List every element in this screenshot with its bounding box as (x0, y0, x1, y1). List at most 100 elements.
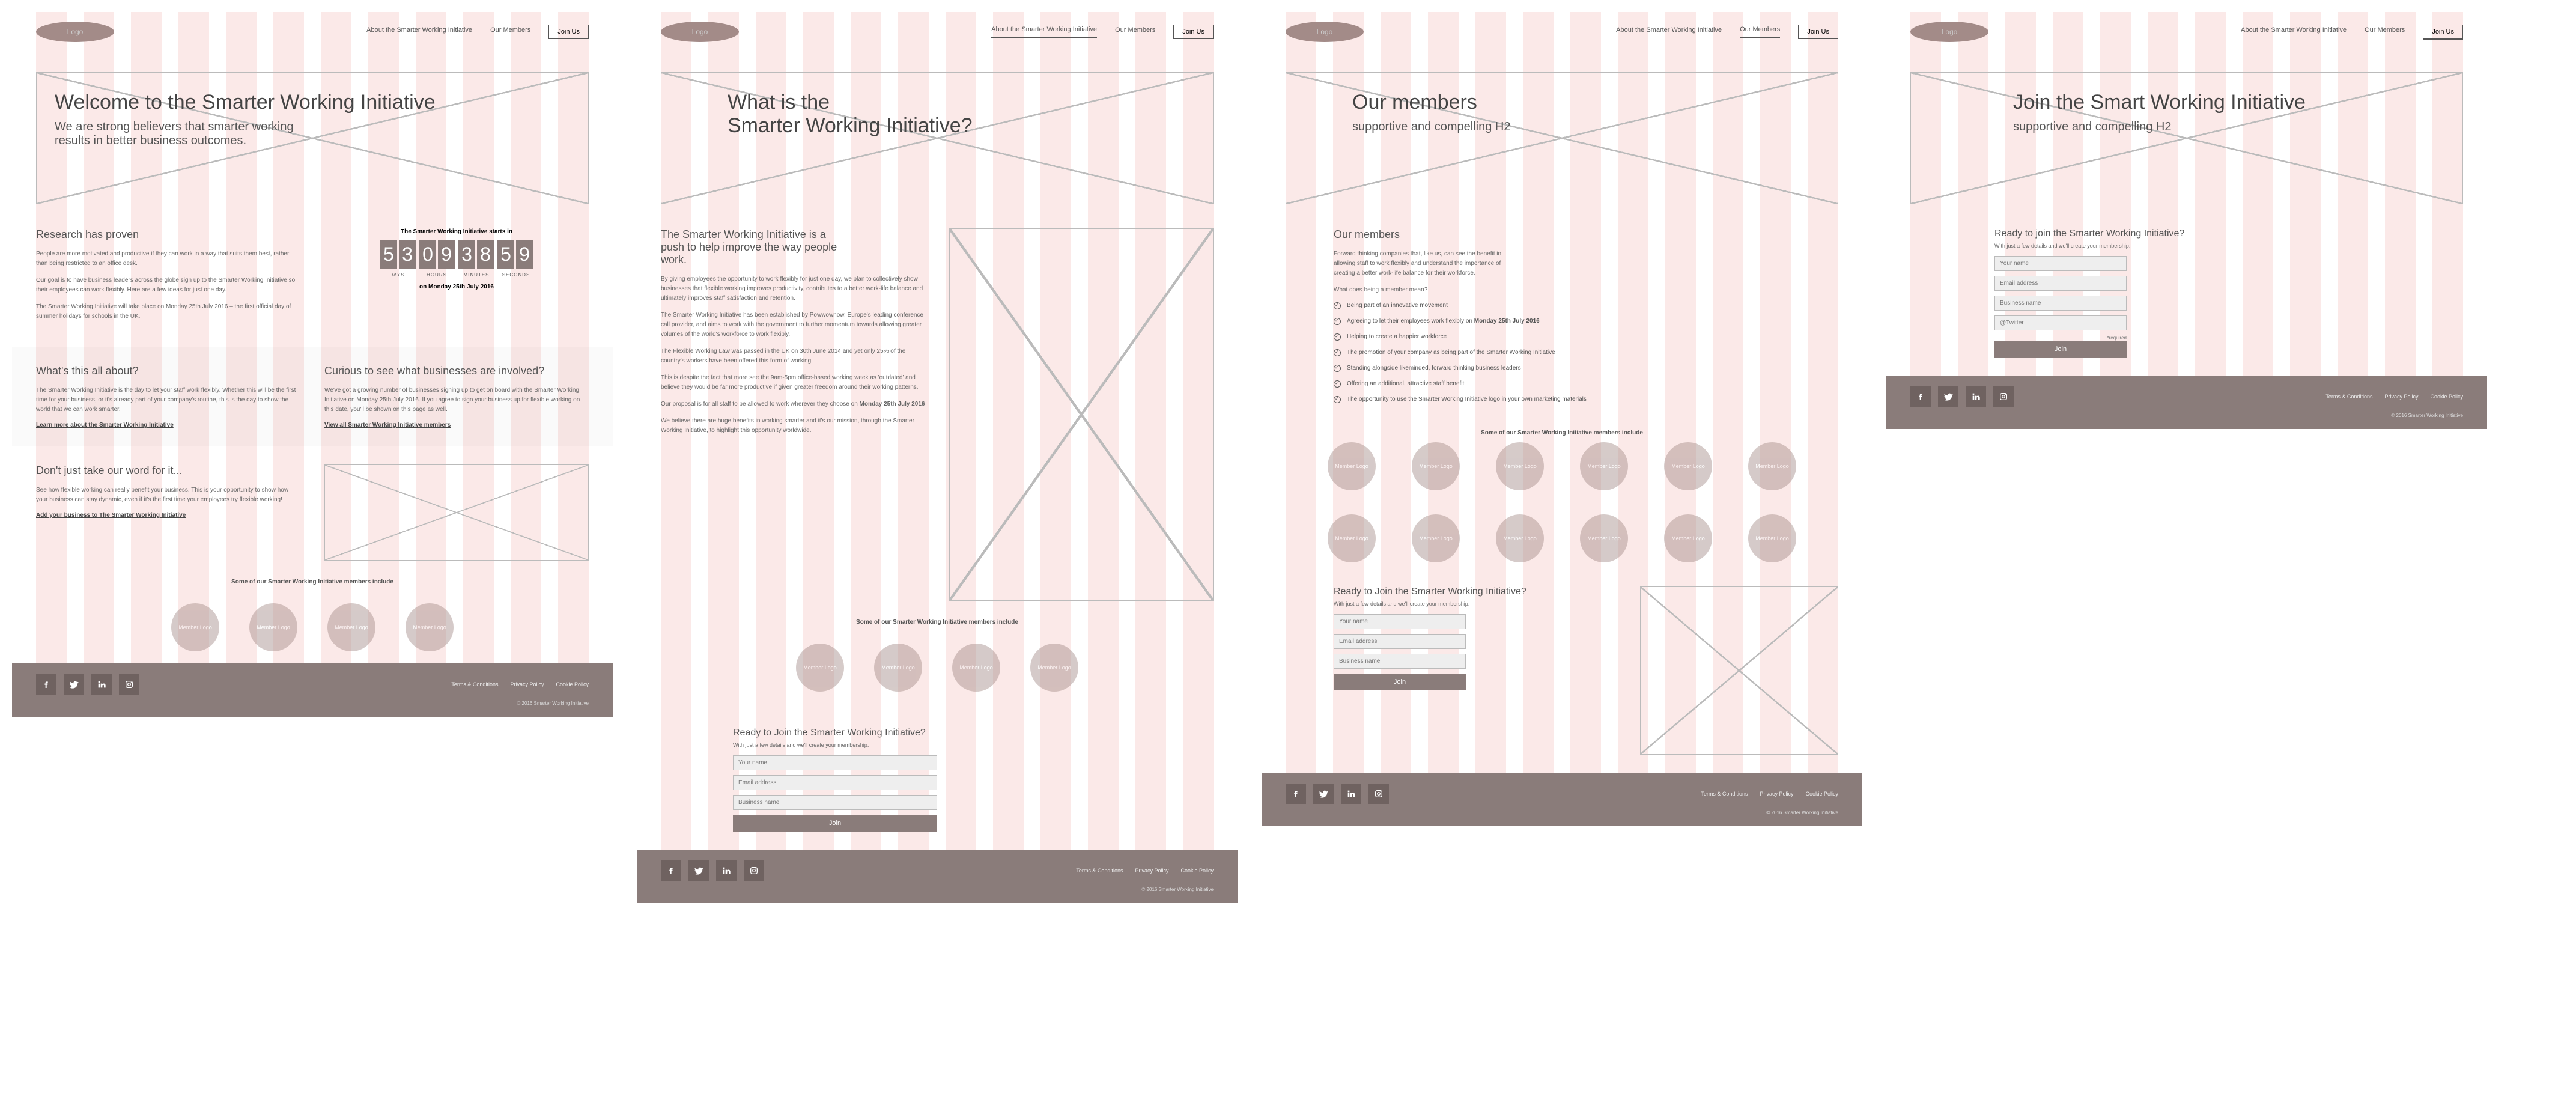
instagram-icon[interactable] (1993, 386, 2014, 407)
twitter-icon[interactable] (1938, 386, 1958, 407)
twitter-icon[interactable] (64, 674, 84, 695)
twitter-field[interactable] (1994, 315, 2127, 330)
terms-link[interactable]: Terms & Conditions (1076, 868, 1123, 874)
join-sub: With just a few details and we'll create… (1994, 243, 2463, 249)
join-button[interactable]: Join (1994, 341, 2127, 358)
body-text: We've got a growing number of businesses… (324, 386, 589, 415)
linkedin-icon[interactable] (1966, 386, 1986, 407)
nav-join[interactable]: Join Us (1173, 25, 1214, 39)
hero-sub: supportive and compelling H2 (1304, 120, 1820, 134)
add-business-link[interactable]: Add your business to The Smarter Working… (36, 512, 300, 519)
body-text: The Smarter Working Initiative is the da… (36, 386, 300, 415)
frame-join: Logo About the Smarter Working Initiativ… (1886, 12, 2487, 429)
check-icon (1334, 380, 1341, 388)
linkedin-icon[interactable] (716, 860, 737, 881)
join-button[interactable]: Join (1334, 674, 1466, 690)
member-logo: Member Logo (1664, 442, 1712, 490)
nav-join[interactable]: Join Us (1798, 25, 1838, 39)
view-members-link[interactable]: View all Smarter Working Initiative memb… (324, 422, 589, 428)
member-logo: Member Logo (1412, 514, 1460, 562)
email-field[interactable] (1994, 276, 2127, 291)
business-field[interactable] (733, 795, 937, 810)
twitter-icon[interactable] (688, 860, 709, 881)
nav-join[interactable]: Join Us (2423, 25, 2463, 40)
facebook-icon[interactable] (1910, 386, 1931, 407)
nav-members[interactable]: Our Members (1115, 26, 1155, 37)
footer-links: Terms & Conditions Privacy Policy Cookie… (451, 681, 589, 687)
countdown-date: on Monday 25th July 2016 (324, 284, 589, 290)
member-logo: Member Logo (249, 603, 297, 651)
body-text: Our proposal is for all staff to be allo… (661, 400, 925, 409)
join-heading: Ready to Join the Smarter Working Initia… (733, 728, 1214, 738)
facebook-icon[interactable] (661, 860, 681, 881)
nav-about[interactable]: About the Smarter Working Initiative (1616, 26, 1722, 37)
countdown-captions: DAYSHOURSMINUTESSECONDS (324, 272, 589, 278)
facebook-icon[interactable] (36, 674, 56, 695)
logo[interactable]: Logo (661, 22, 739, 42)
body-text: What does being a member mean? (1334, 285, 1598, 295)
nav-members[interactable]: Our Members (2365, 26, 2405, 37)
member-logo: Member Logo (1328, 442, 1376, 490)
nav-join[interactable]: Join Us (548, 25, 589, 39)
nav-members[interactable]: Our Members (1740, 26, 1780, 38)
privacy-link[interactable]: Privacy Policy (2384, 394, 2418, 400)
member-logo: Member Logo (406, 603, 454, 651)
member-logo: Member Logo (1580, 442, 1628, 490)
member-grid: Member Logo Member Logo Member Logo Memb… (1262, 442, 1862, 562)
cookie-link[interactable]: Cookie Policy (556, 681, 589, 687)
linkedin-icon[interactable] (1341, 784, 1361, 804)
research-heading: Research has proven (36, 228, 300, 241)
instagram-icon[interactable] (119, 674, 139, 695)
image-placeholder (324, 464, 589, 561)
section-heading: The Smarter Working Initiative is a push… (661, 228, 841, 266)
member-logo: Member Logo (874, 644, 922, 692)
twitter-icon[interactable] (1313, 784, 1334, 804)
business-field[interactable] (1994, 296, 2127, 311)
copyright: © 2016 Smarter Working Initiative (1910, 413, 2463, 418)
instagram-icon[interactable] (1368, 784, 1389, 804)
member-logo: Member Logo (1412, 442, 1460, 490)
nav-about[interactable]: About the Smarter Working Initiative (2241, 26, 2347, 37)
business-field[interactable] (1334, 654, 1466, 669)
member-logo: Member Logo (1496, 442, 1544, 490)
logo[interactable]: Logo (36, 22, 114, 42)
nav-about[interactable]: About the Smarter Working Initiative (366, 26, 472, 37)
member-logo: Member Logo (1030, 644, 1078, 692)
privacy-link[interactable]: Privacy Policy (510, 681, 544, 687)
nav-members[interactable]: Our Members (490, 26, 530, 37)
terms-link[interactable]: Terms & Conditions (451, 681, 498, 687)
name-field[interactable] (733, 755, 937, 770)
copyright: © 2016 Smarter Working Initiative (36, 701, 589, 706)
body-text: This is despite the fact that more see t… (661, 373, 925, 392)
image-placeholder (949, 228, 1214, 601)
privacy-link[interactable]: Privacy Policy (1760, 791, 1793, 797)
nav-about[interactable]: About the Smarter Working Initiative (991, 26, 1097, 38)
privacy-link[interactable]: Privacy Policy (1135, 868, 1168, 874)
linkedin-icon[interactable] (91, 674, 112, 695)
name-field[interactable] (1334, 614, 1466, 629)
cookie-link[interactable]: Cookie Policy (2430, 394, 2463, 400)
logo[interactable]: Logo (1910, 22, 1988, 42)
join-button[interactable]: Join (733, 815, 937, 832)
facebook-icon[interactable] (1286, 784, 1306, 804)
terms-link[interactable]: Terms & Conditions (1701, 791, 1748, 797)
email-field[interactable] (733, 775, 937, 790)
image-placeholder (1640, 586, 1838, 755)
body-text: People are more motivated and productive… (36, 249, 300, 269)
curious-heading: Curious to see what businesses are invol… (324, 365, 589, 377)
cookie-link[interactable]: Cookie Policy (1180, 868, 1214, 874)
check-icon (1334, 349, 1341, 356)
email-field[interactable] (1334, 634, 1466, 649)
footer: Terms & Conditions Privacy Policy Cookie… (12, 663, 613, 717)
cookie-link[interactable]: Cookie Policy (1805, 791, 1838, 797)
instagram-icon[interactable] (744, 860, 764, 881)
logo[interactable]: Logo (1286, 22, 1364, 42)
hero-title: Our members (1304, 91, 1820, 114)
members-heading: Our members (1334, 228, 1694, 241)
hero-title: Join the Smart Working Initiative (1929, 91, 2444, 114)
learn-more-link[interactable]: Learn more about the Smarter Working Ini… (36, 422, 300, 428)
member-logo: Member Logo (1580, 514, 1628, 562)
name-field[interactable] (1994, 256, 2127, 271)
terms-link[interactable]: Terms & Conditions (2325, 394, 2372, 400)
hero: What is theSmarter Working Initiative? (661, 72, 1214, 204)
